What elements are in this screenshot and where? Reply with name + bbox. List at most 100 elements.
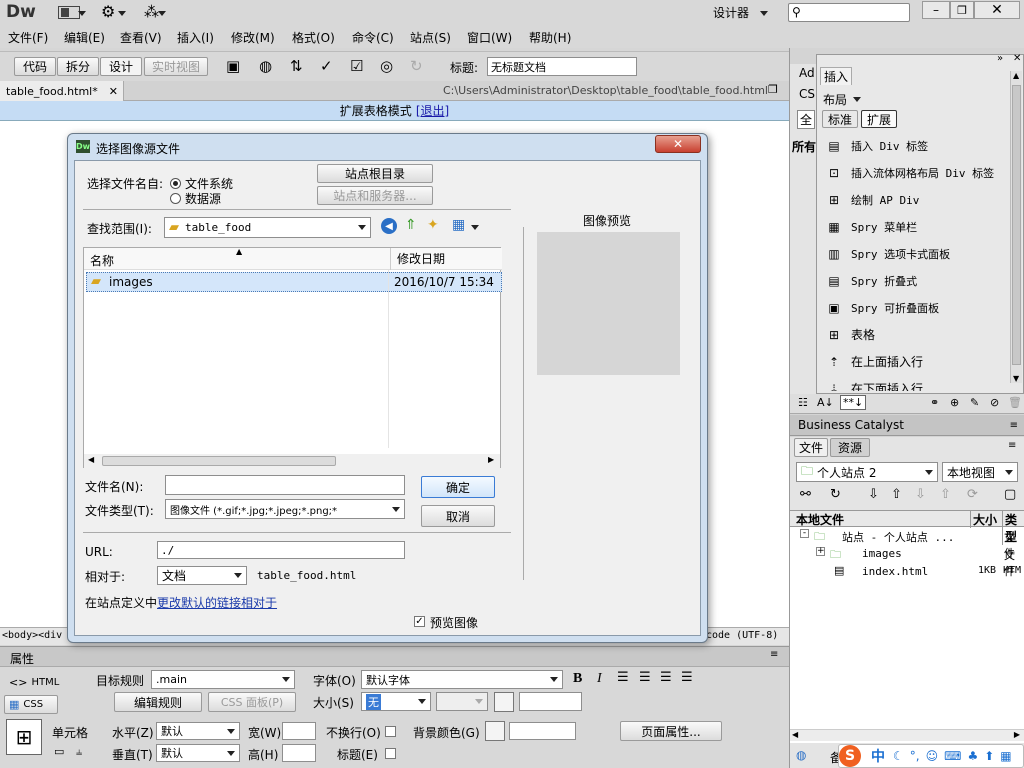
- bg-color-input[interactable]: [509, 722, 576, 740]
- cancel-button[interactable]: 取消: [421, 505, 495, 527]
- shirt-icon[interactable]: ⬆: [984, 749, 994, 763]
- page-properties-button[interactable]: 页面属性...: [620, 721, 722, 741]
- filename-input[interactable]: [165, 475, 405, 495]
- tag-selector[interactable]: <body><div: [2, 630, 62, 641]
- checkin-icon[interactable]: ⇧: [940, 487, 951, 502]
- tab-cs[interactable]: CS: [799, 87, 815, 101]
- files-hscrollbar[interactable]: ◀ ▶: [790, 729, 1024, 741]
- menu-commands[interactable]: 命令(C): [352, 29, 394, 46]
- delete-icon[interactable]: 🗑: [1008, 396, 1022, 409]
- edit-rule-icon[interactable]: ✎: [970, 396, 979, 409]
- refresh-icon[interactable]: ↻: [830, 487, 841, 502]
- put-icon[interactable]: ⇧: [891, 487, 902, 502]
- height-input[interactable]: [282, 744, 316, 762]
- expand-icon[interactable]: +: [816, 547, 825, 556]
- business-catalyst-header[interactable]: Business Catalyst ≡: [790, 415, 1024, 436]
- back-icon[interactable]: ◀: [381, 218, 397, 234]
- preview-browser-icon[interactable]: ◍: [259, 57, 272, 75]
- tab-table-food[interactable]: table_food.html* ✕: [0, 81, 124, 101]
- site-select[interactable]: 🗀 个人站点 2: [796, 462, 938, 482]
- workspace-switcher[interactable]: 设计器: [713, 4, 749, 21]
- table-row[interactable]: + 🗀 images 文件: [790, 545, 1024, 578]
- insert-tab[interactable]: 插入: [820, 67, 852, 85]
- up-folder-icon[interactable]: ⇑: [405, 217, 417, 233]
- css-mode-button[interactable]: ▦ CSS: [4, 695, 58, 714]
- relative-select[interactable]: 文档: [157, 566, 247, 585]
- table-row[interactable]: ▤ index.html 1KB HTM: [790, 563, 1024, 581]
- ok-button[interactable]: 确定: [421, 476, 495, 498]
- url-input[interactable]: ./: [157, 541, 405, 559]
- exit-mode-link[interactable]: [退出]: [416, 102, 449, 119]
- vertical-select[interactable]: 默认: [156, 744, 240, 762]
- insert-item[interactable]: ⊡ 插入流体网格布局 Div 标签: [817, 159, 1009, 186]
- w3c-validate-icon[interactable]: ✓: [320, 57, 333, 75]
- col-local-files[interactable]: 本地文件: [796, 511, 844, 528]
- check-browser-icon[interactable]: ☑: [350, 57, 363, 75]
- restore-doc-icon[interactable]: ❐: [768, 83, 778, 96]
- disable-icon[interactable]: ⊘: [990, 396, 999, 409]
- dialog-close-button[interactable]: ✕: [655, 135, 701, 153]
- menu-insert[interactable]: 插入(I): [177, 29, 214, 46]
- insert-item[interactable]: ⊞ 表格: [817, 321, 1009, 348]
- align-justify-icon[interactable]: ☰: [681, 670, 693, 685]
- insert-item[interactable]: ⇡ 在上面插入行: [817, 348, 1009, 375]
- bold-icon[interactable]: B: [573, 671, 582, 687]
- search-input[interactable]: ⚲: [788, 3, 910, 22]
- panel-collapse-icon[interactable]: »: [997, 53, 1003, 64]
- category-view-icon[interactable]: ☷: [798, 396, 808, 409]
- insert-item[interactable]: ▦ Spry 菜单栏: [817, 213, 1009, 240]
- file-list-hscrollbar[interactable]: ◀ ▶: [84, 454, 500, 468]
- tab-ad[interactable]: Ad: [799, 66, 815, 80]
- width-input[interactable]: [282, 722, 316, 740]
- list-item[interactable]: ▰ images 2016/10/7 15:34: [86, 272, 502, 292]
- text-color-input[interactable]: [519, 692, 582, 711]
- edit-rule-button[interactable]: 编辑规则: [114, 692, 202, 712]
- standard-tab[interactable]: 标准: [822, 110, 858, 128]
- layout-icon[interactable]: [58, 6, 80, 19]
- view-menu-icon[interactable]: ▦: [452, 217, 465, 233]
- menu-modify[interactable]: 修改(M): [231, 29, 275, 46]
- align-center-icon[interactable]: ☰: [639, 670, 651, 685]
- skin-icon[interactable]: ♣: [967, 749, 978, 763]
- insert-item[interactable]: ▥ Spry 选项卡式面板: [817, 240, 1009, 267]
- extended-tab[interactable]: 扩展: [861, 110, 897, 128]
- collapse-icon[interactable]: -: [800, 529, 809, 538]
- bg-color-swatch[interactable]: [485, 721, 505, 741]
- panel-menu-icon[interactable]: ≡: [1010, 420, 1018, 431]
- align-left-icon[interactable]: ☰: [617, 670, 629, 685]
- get-icon[interactable]: ⇩: [868, 487, 879, 502]
- text-color-swatch[interactable]: [494, 692, 514, 712]
- insert-item[interactable]: ▣ Spry 可折叠面板: [817, 294, 1009, 321]
- header-checkbox[interactable]: [385, 748, 396, 759]
- emoji-icon[interactable]: ☺: [926, 749, 939, 763]
- refresh-icon[interactable]: ↻: [410, 57, 423, 75]
- set-properties-icon[interactable]: **↓: [840, 395, 867, 410]
- assets-tab[interactable]: 资源: [830, 438, 870, 457]
- menu-view[interactable]: 查看(V): [120, 29, 162, 46]
- html-mode-button[interactable]: <> HTML: [4, 673, 59, 692]
- alpha-view-icon[interactable]: A↓: [817, 396, 834, 409]
- connect-icon[interactable]: ⚯: [800, 487, 811, 502]
- menu-edit[interactable]: 编辑(E): [64, 29, 105, 46]
- sync-icon[interactable]: ⟳: [967, 487, 978, 502]
- insert-item[interactable]: ⊞ 绘制 AP Div: [817, 186, 1009, 213]
- target-rule-select[interactable]: .main: [151, 670, 295, 689]
- horizontal-select[interactable]: 默认: [156, 722, 240, 740]
- insert-item[interactable]: ▤ 插入 Div 标签: [817, 132, 1009, 159]
- col-size[interactable]: 大小: [970, 511, 997, 528]
- preview-checkbox[interactable]: ✓: [414, 616, 425, 627]
- change-default-link[interactable]: 更改默认的链接相对于: [157, 594, 277, 611]
- checkout-icon[interactable]: ⇩: [915, 487, 926, 502]
- col-name[interactable]: 名称: [90, 252, 114, 269]
- insert-item[interactable]: ⇣ 在下面插入行: [817, 375, 1009, 392]
- align-right-icon[interactable]: ☰: [660, 670, 672, 685]
- visual-aids-icon[interactable]: ◎: [380, 57, 393, 75]
- insert-item[interactable]: ▤ Spry 折叠式: [817, 267, 1009, 294]
- site-root-button[interactable]: 站点根目录: [317, 164, 433, 183]
- merge-cells-icon[interactable]: ▭: [54, 745, 64, 758]
- nowrap-checkbox[interactable]: [385, 726, 396, 737]
- moon-icon[interactable]: ☾: [893, 749, 904, 763]
- panel-close-icon[interactable]: ✕: [1013, 53, 1021, 64]
- menu-help[interactable]: 帮助(H): [529, 29, 571, 46]
- code-view-button[interactable]: 代码: [14, 57, 56, 76]
